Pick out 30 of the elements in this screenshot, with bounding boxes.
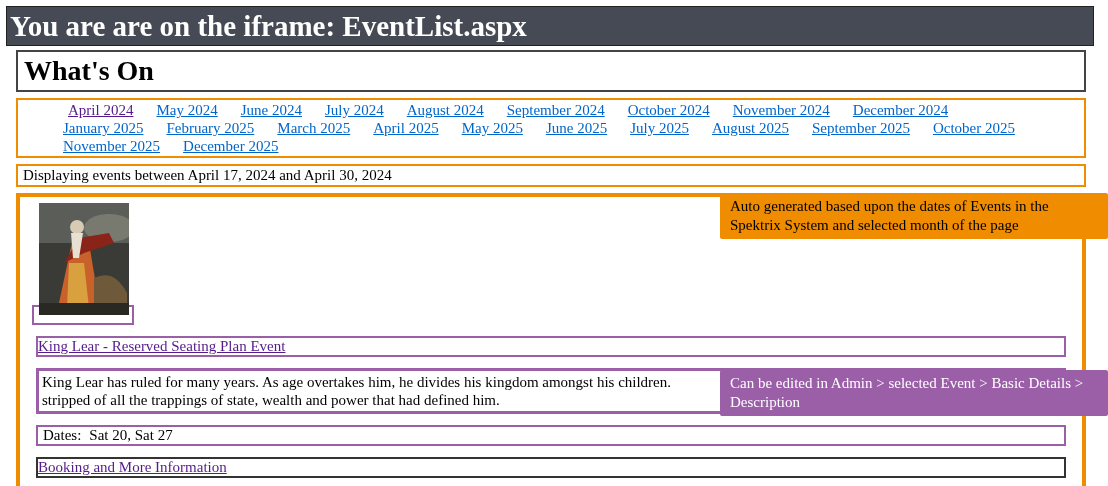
dates-label: Dates: <box>43 427 82 444</box>
month-link[interactable]: March 2025 <box>277 119 351 137</box>
month-link[interactable]: August 2024 <box>406 101 484 119</box>
event-dates: Sat 20, Sat 27 <box>89 427 173 444</box>
month-link[interactable]: December 2025 <box>183 137 279 155</box>
page-title: What's On <box>24 54 154 88</box>
event-title-link[interactable]: King Lear - Reserved Seating Plan Event <box>38 338 286 354</box>
month-link[interactable]: April 2025 <box>373 119 439 137</box>
month-link[interactable]: June 2024 <box>240 101 302 119</box>
month-link[interactable]: November 2024 <box>732 101 830 119</box>
annotation-note: Can be edited in Admin > selected Event > Basic Details > Description <box>720 370 1108 416</box>
month-link[interactable]: January 2025 <box>63 119 144 137</box>
month-link[interactable]: May 2025 <box>461 119 523 137</box>
annotation-note: Auto generated based upon the dates of Events in the Spektrix System and selected month of the page <box>720 193 1108 239</box>
month-link[interactable]: October 2025 <box>932 119 1015 137</box>
month-link[interactable]: December 2024 <box>852 101 949 119</box>
month-link[interactable]: June 2025 <box>545 119 608 137</box>
booking-link[interactable]: Booking and More Information <box>38 459 227 475</box>
month-link[interactable]: September 2025 <box>812 119 910 137</box>
iframe-banner: You are are on the iframe: EventList.aspx <box>6 6 1094 46</box>
month-link[interactable]: October 2024 <box>627 101 710 119</box>
month-link[interactable]: November 2025 <box>63 137 161 155</box>
month-link[interactable]: July 2024 <box>324 101 384 119</box>
month-link[interactable]: July 2025 <box>630 119 689 137</box>
month-link[interactable]: April 2024 <box>68 101 134 119</box>
month-link[interactable]: August 2025 <box>711 119 789 137</box>
date-range-text: Displaying events between April 17, 2024 and April 30, 2024 <box>23 167 392 183</box>
month-link[interactable]: September 2024 <box>506 101 605 119</box>
month-link[interactable]: May 2024 <box>156 101 218 119</box>
month-link[interactable]: February 2025 <box>166 119 255 137</box>
